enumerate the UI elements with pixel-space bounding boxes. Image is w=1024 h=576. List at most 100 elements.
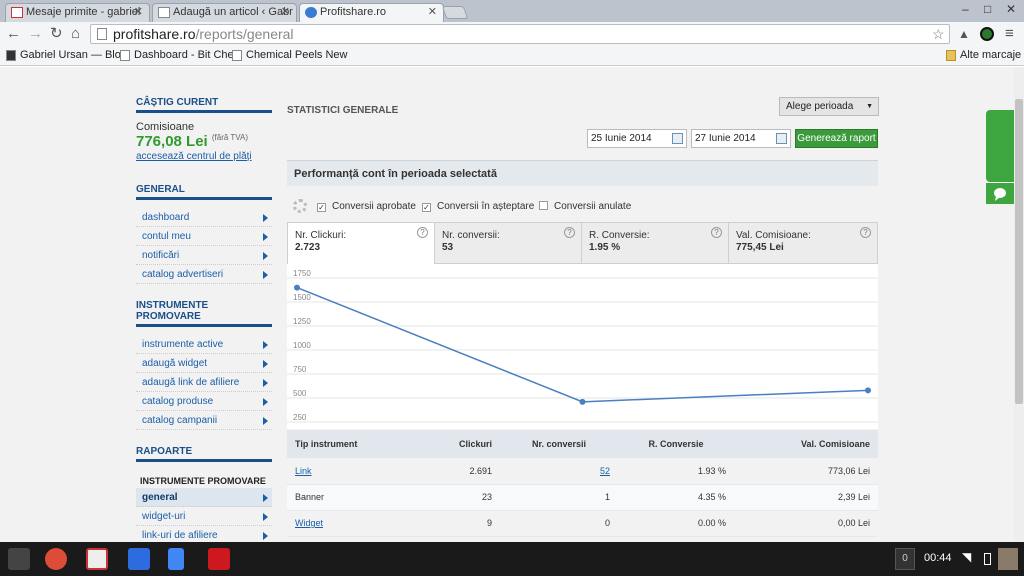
sidebar-item-account[interactable]: contul meu xyxy=(136,227,272,246)
star-icon[interactable]: ☆ xyxy=(932,26,945,43)
checkbox-icon[interactable] xyxy=(539,201,548,210)
metric-conversions[interactable]: Nr. conversii: 53? xyxy=(434,222,582,264)
feedback-button[interactable]: feedback xyxy=(986,110,1014,182)
help-icon[interactable]: ? xyxy=(860,227,871,238)
column-header[interactable]: Clickuri xyxy=(417,430,500,458)
column-header[interactable]: Nr. conversii xyxy=(500,430,618,458)
wifi-icon[interactable]: ◥ xyxy=(962,550,971,564)
docs-icon[interactable] xyxy=(168,548,184,570)
column-header[interactable]: Tip instrument xyxy=(287,430,417,458)
clock[interactable]: 00:44 xyxy=(924,552,952,564)
close-icon[interactable]: ✕ xyxy=(134,4,143,21)
youtube-icon[interactable] xyxy=(208,548,230,570)
sidebar-item-dashboard[interactable]: dashboard xyxy=(136,208,272,227)
tab-profitshare[interactable]: Profitshare.ro ✕ xyxy=(299,3,444,22)
new-tab-button[interactable] xyxy=(441,6,469,19)
close-icon[interactable]: ✕ xyxy=(281,4,290,21)
extension-icon[interactable] xyxy=(980,27,994,41)
close-window-icon[interactable]: ✕ xyxy=(1006,2,1016,16)
generate-report-button[interactable]: Generează raport xyxy=(795,129,878,148)
earnings-amount: 776,08 Lei (fără TVA) xyxy=(136,133,272,150)
sidebar-item-general[interactable]: general xyxy=(136,488,272,507)
checkbox-icon[interactable]: ✓ xyxy=(422,203,431,212)
tab-gmail[interactable]: Mesaje primite - gabriel ✕ xyxy=(5,3,150,22)
url-path: /reports/general xyxy=(195,26,294,42)
calendar-icon[interactable] xyxy=(776,133,787,144)
forward-icon[interactable]: → xyxy=(28,25,43,43)
data-point[interactable] xyxy=(579,398,586,405)
pending-checkbox[interactable]: ✓ Conversii în așteptare xyxy=(422,201,534,212)
metric-clicks[interactable]: Nr. Clickuri: 2.723? xyxy=(287,222,435,264)
period-select[interactable]: Alege perioada xyxy=(779,97,879,116)
bookmark-item[interactable]: Chemical Peels New xyxy=(232,49,347,61)
scrollbar[interactable] xyxy=(1014,67,1024,542)
cancelled-checkbox[interactable]: Conversii anulate xyxy=(539,201,631,212)
instrument-link[interactable]: Link xyxy=(295,466,312,476)
folder-icon xyxy=(946,50,956,61)
sidebar-item-active-tools[interactable]: instrumente active xyxy=(136,335,272,354)
address-bar[interactable]: profitshare.ro/reports/general xyxy=(90,24,950,44)
table-cell: 9 xyxy=(417,510,500,537)
close-icon[interactable]: ✕ xyxy=(428,4,437,21)
help-icon[interactable]: ? xyxy=(417,227,428,238)
payments-link[interactable]: accesează centrul de plăți xyxy=(136,151,252,162)
back-icon[interactable]: ← xyxy=(6,25,21,43)
url-domain: profitshare.ro xyxy=(113,26,196,42)
reload-icon[interactable]: ↻ xyxy=(50,25,63,43)
approved-checkbox[interactable]: ✓ Conversii aprobate xyxy=(317,201,416,212)
date-from-field[interactable]: 25 Iunie 2014 xyxy=(587,129,687,148)
metric-value: 2.723 xyxy=(295,242,321,253)
column-header[interactable]: R. Conversie xyxy=(618,430,734,458)
conversions-link[interactable]: 52 xyxy=(600,466,610,476)
calendar-icon[interactable] xyxy=(672,133,683,144)
apps-launcher-icon[interactable] xyxy=(8,548,30,570)
scrollbar-thumb[interactable] xyxy=(1015,99,1023,404)
sidebar-item-add-widget[interactable]: adaugă widget xyxy=(136,354,272,373)
maximize-icon[interactable]: □ xyxy=(984,2,991,16)
chrome-icon[interactable] xyxy=(45,548,67,570)
other-bookmarks[interactable]: Alte marcaje xyxy=(946,49,1021,61)
tab-wordpress[interactable]: Adaugă un articol ‹ Gabr ✕ xyxy=(152,3,297,22)
toolbar: ← → ↻ ⌂ profitshare.ro/reports/general ☆… xyxy=(0,22,1024,46)
battery-icon[interactable] xyxy=(984,553,991,565)
data-point[interactable] xyxy=(865,387,871,394)
bookmark-item[interactable]: Dashboard - Bit Ches xyxy=(120,49,239,61)
avatar[interactable] xyxy=(998,548,1018,570)
metric-conversion-rate[interactable]: R. Conversie: 1.95 %? xyxy=(581,222,729,264)
sidebar-item-notifications[interactable]: notificări xyxy=(136,246,272,265)
reports-menu: general widget-uri link-uri de afiliere xyxy=(136,488,272,542)
sidebar-item-widgets[interactable]: widget-uri xyxy=(136,507,272,526)
sidebar-item-products[interactable]: catalog produse xyxy=(136,392,272,411)
bookmark-label: Chemical Peels New xyxy=(246,49,348,61)
menu-icon[interactable]: ≡ xyxy=(1005,25,1014,43)
date-to-field[interactable]: 27 Iunie 2014 xyxy=(691,129,791,148)
performance-header: Performanță cont în perioada selectată xyxy=(287,160,878,186)
metric-commissions[interactable]: Val. Comisioane: 775,45 Lei? xyxy=(728,222,878,264)
sidebar-item-campaigns[interactable]: catalog campanii xyxy=(136,411,272,430)
table-cell: Link xyxy=(287,458,417,485)
chat-icon[interactable] xyxy=(986,182,1014,204)
sidebar-item-add-link[interactable]: adaugă link de afiliere xyxy=(136,373,272,392)
notification-count[interactable]: 0 xyxy=(895,548,915,570)
speech-bubble-icon xyxy=(994,188,1006,201)
instrument-link[interactable]: Widget xyxy=(295,518,323,528)
google-search-icon[interactable] xyxy=(128,548,150,570)
help-icon[interactable]: ? xyxy=(564,227,575,238)
sidebar-item-affiliate-links[interactable]: link-uri de afiliere xyxy=(136,526,272,542)
page-icon xyxy=(158,7,170,18)
table-cell: 773,06 Lei xyxy=(734,458,878,485)
help-icon[interactable]: ? xyxy=(711,227,722,238)
extension-icon[interactable]: ▲ xyxy=(958,25,970,43)
metric-label: R. Conversie: xyxy=(589,230,650,241)
bookmark-item[interactable]: Gabriel Ursan — Blog xyxy=(6,49,127,61)
gmail-icon[interactable] xyxy=(86,548,108,570)
minimize-icon[interactable]: – xyxy=(962,2,969,16)
tab-label: Mesaje primite - gabriel xyxy=(26,6,141,18)
home-icon[interactable]: ⌂ xyxy=(71,25,80,43)
gear-icon[interactable] xyxy=(293,199,307,213)
checkbox-icon[interactable]: ✓ xyxy=(317,203,326,212)
column-header[interactable]: Val. Comisioane xyxy=(734,430,878,458)
metrics-row: Nr. Clickuri: 2.723? Nr. conversii: 53? R.… xyxy=(287,222,878,264)
sidebar-item-advertisers[interactable]: catalog advertiseri xyxy=(136,265,272,284)
data-point[interactable] xyxy=(294,284,300,291)
